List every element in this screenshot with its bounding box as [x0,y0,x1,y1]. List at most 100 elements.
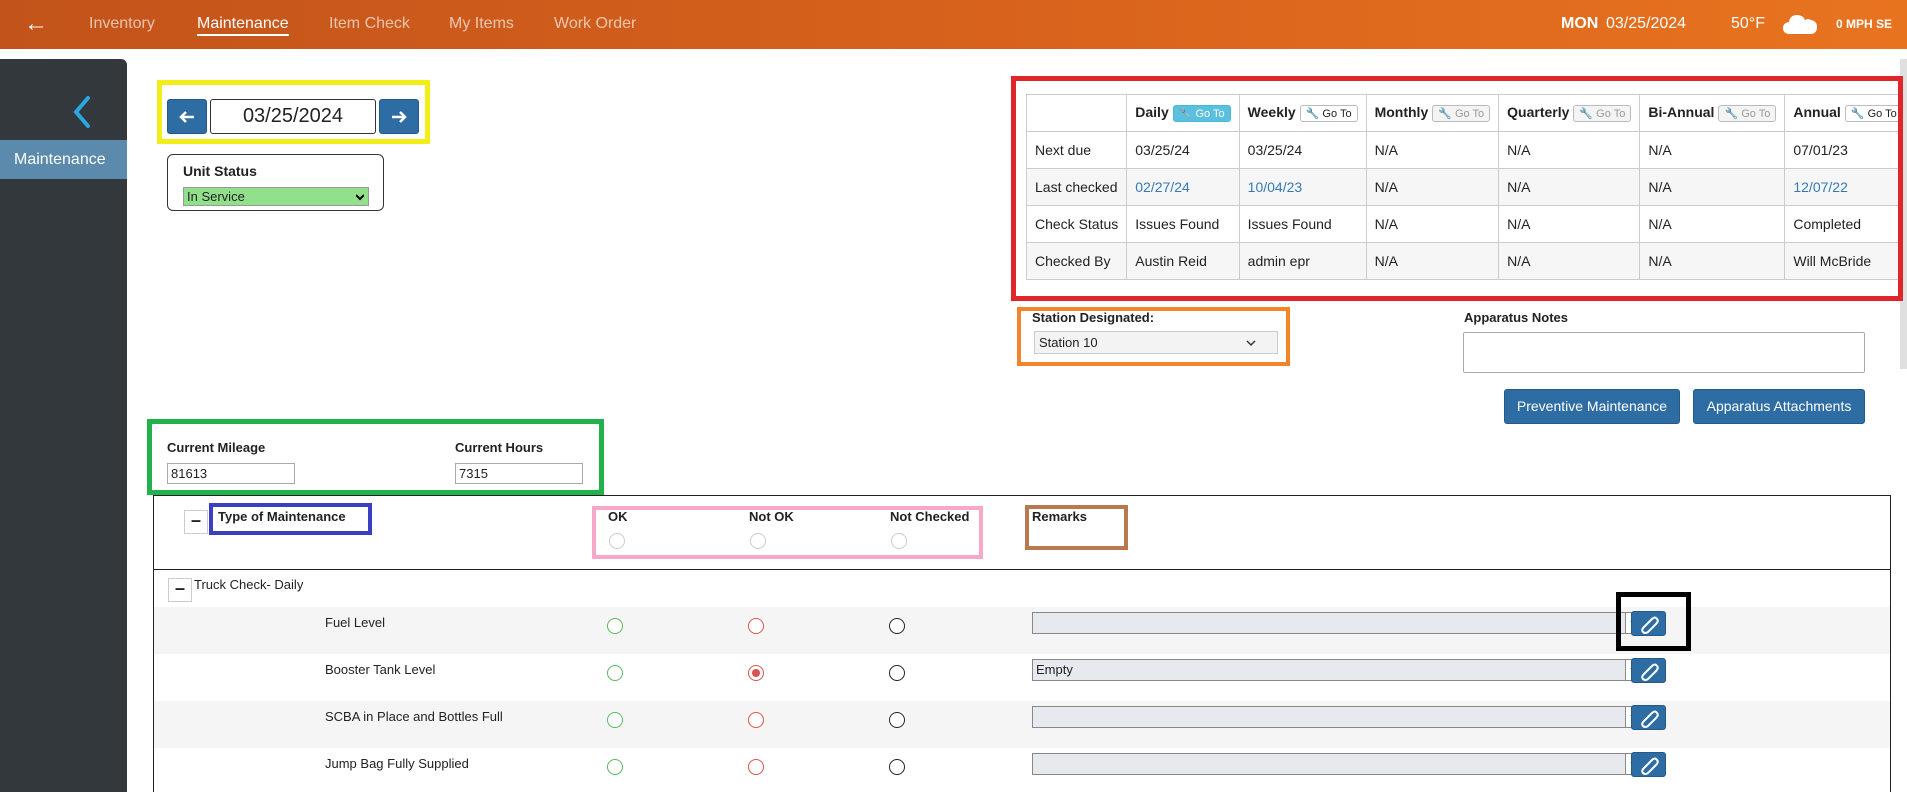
col-bi-annual: Bi-Annual 🔧 Go To [1639,94,1786,132]
nav-item-check[interactable]: Item Check [329,15,410,33]
goto-label: Go To [1322,107,1352,120]
station-label: Station Designated: [1032,310,1155,325]
attach-file-button[interactable] [1631,705,1666,730]
last-checked-link[interactable]: 12/07/22 [1784,168,1907,206]
ok-radio[interactable] [607,665,623,681]
date-field[interactable]: 03/25/2024 [210,99,376,134]
temperature-label: 50°F [1731,15,1765,32]
nav-maintenance[interactable]: Maintenance [197,15,289,36]
last-checked-link[interactable]: 10/04/23 [1238,168,1367,206]
chevron-down-icon [356,194,364,201]
remarks-select[interactable]: Empty [1032,659,1645,681]
ok-radio[interactable] [607,759,623,775]
nav-work-order[interactable]: Work Order [554,15,636,33]
not-ok-radio[interactable] [748,665,764,681]
scrollbar[interactable] [1900,59,1907,369]
remarks-header: Remarks [1032,509,1087,524]
remarks-select[interactable] [1032,753,1645,775]
ok-radio[interactable] [607,618,623,634]
next-date-button[interactable] [379,99,419,134]
goto-monthly-button: 🔧 Go To [1432,104,1491,122]
table-cell: Completed [1784,205,1907,243]
section-title: Truck Check- Daily [194,577,304,592]
row-label: Check Status [1025,205,1128,243]
goto-annual-button[interactable]: 🔧 Go To [1844,104,1903,122]
not-checked-radio[interactable] [889,665,905,681]
page: ← Inventory Maintenance Item Check My It… [0,0,1907,792]
row-label: Checked By [1025,242,1128,280]
not-checked-radio[interactable] [889,759,905,775]
table-cell: Issues Found [1238,205,1367,243]
table-cell: 07/01/23 [1784,131,1907,169]
not-ok-radio[interactable] [748,618,764,634]
table-cell: N/A [1365,131,1500,169]
current-mileage-input[interactable]: 81613 [167,463,295,484]
table-cell: N/A [1639,131,1786,169]
table-cell: admin epr [1238,242,1367,280]
preventive-maintenance-button[interactable]: Preventive Maintenance [1504,389,1680,424]
ok-radio[interactable] [607,712,623,728]
table-cell: 03/25/24 [1126,131,1240,169]
table-cell: N/A [1639,242,1786,280]
table-cell: Issues Found [1126,205,1240,243]
not-checked-radio[interactable] [889,712,905,728]
ok-all-radio[interactable] [609,533,625,549]
not-ok-radio[interactable] [748,759,764,775]
table-cell: Will McBride [1784,242,1907,280]
col-quarterly: Quarterly 🔧 Go To [1498,94,1641,132]
apparatus-notes-input[interactable] [1463,332,1865,373]
last-checked-link[interactable]: 02/27/24 [1126,168,1240,206]
station-value: Station 10 [1039,335,1098,350]
current-hours-input[interactable]: 7315 [455,463,583,484]
current-mileage-label: Current Mileage [167,440,266,455]
col-bi-annual-label: Bi-Annual [1648,104,1715,121]
not-checked-all-radio[interactable] [891,533,907,549]
sidebar: Maintenance [0,59,127,792]
sidebar-item-maintenance[interactable]: Maintenance [0,140,127,179]
goto-label: Go To [1596,107,1626,120]
attach-file-button[interactable] [1631,611,1666,636]
prev-date-button[interactable] [167,99,207,134]
goto-weekly-button[interactable]: 🔧 Go To [1299,104,1358,122]
item-label: SCBA in Place and Bottles Full [325,709,503,724]
table-row: Last checked 02/27/24 10/04/23 N/A N/A N… [1025,168,1907,206]
goto-bi-annual-button: 🔧 Go To [1718,104,1777,122]
back-arrow-icon[interactable]: ← [24,12,48,36]
collapse-all-button[interactable]: – [184,510,208,534]
nav-inventory[interactable]: Inventory [89,15,155,33]
remarks-select[interactable] [1032,612,1645,634]
apparatus-attachments-button[interactable]: Apparatus Attachments [1693,389,1865,424]
table-cell: Austin Reid [1126,242,1240,280]
collapse-chevron-icon[interactable] [70,94,94,130]
type-of-maintenance-header: Type of Maintenance [218,509,346,524]
goto-label: Go To [1867,107,1897,120]
unit-status-label: Unit Status [183,163,257,179]
table-cell: 03/25/24 [1238,131,1367,169]
wind-label: 0 MPH SE [1836,17,1893,31]
nav-my-items[interactable]: My Items [449,15,514,33]
remarks-select[interactable] [1032,706,1645,728]
date-label: 03/25/2024 [1606,15,1687,32]
col-daily: Daily 🔧 Go To [1126,94,1240,132]
goto-daily-button[interactable]: 🔧 Go To [1172,104,1231,122]
station-select[interactable]: Station 10 [1034,331,1278,354]
not-checked-header: Not Checked [890,509,970,524]
goto-quarterly-button: 🔧 Go To [1573,104,1632,122]
table-cell: N/A [1639,205,1786,243]
not-ok-header: Not OK [749,509,794,524]
col-quarterly-label: Quarterly [1507,104,1570,121]
not-checked-radio[interactable] [889,618,905,634]
collapse-section-button[interactable]: – [168,578,192,602]
unit-status-select[interactable]: In Service [183,187,369,206]
item-label: Jump Bag Fully Supplied [325,756,469,771]
not-ok-radio[interactable] [748,712,764,728]
goto-label: Go To [1741,107,1771,120]
attach-file-button[interactable] [1631,752,1666,777]
col-monthly-label: Monthly [1374,104,1429,121]
not-ok-all-radio[interactable] [750,533,766,549]
col-annual-label: Annual [1793,104,1841,121]
attach-file-button[interactable] [1631,658,1666,683]
col-daily-label: Daily [1135,104,1169,121]
paperclip-icon [1641,663,1659,681]
col-annual: Annual 🔧 Go To [1784,94,1907,132]
